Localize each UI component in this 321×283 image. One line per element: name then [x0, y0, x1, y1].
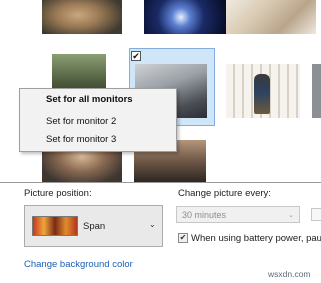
- thumbnail-night-city[interactable]: [144, 0, 226, 34]
- battery-pause-checkbox[interactable]: ✔: [178, 233, 188, 243]
- thumbnail-dog[interactable]: [42, 0, 122, 34]
- change-interval-value: 30 minutes: [182, 210, 227, 220]
- thumbnail-child-fence[interactable]: [226, 64, 300, 118]
- battery-pause-label: When using battery power, pau: [191, 233, 321, 244]
- thumbnail-checkbox[interactable]: ✔: [131, 51, 141, 61]
- menu-item-set-monitor-3[interactable]: Set for monitor 3: [46, 134, 116, 145]
- change-background-color-link[interactable]: Change background color: [24, 259, 133, 270]
- monitor-context-menu: Set for all monitors Set for monitor 2 S…: [19, 88, 177, 152]
- picture-position-select[interactable]: Span ⌄: [24, 205, 163, 247]
- chevron-down-icon: ⌄: [288, 212, 294, 219]
- change-interval-select[interactable]: 30 minutes ⌄: [176, 206, 300, 223]
- change-picture-label: Change picture every:: [178, 188, 271, 199]
- menu-item-set-all-monitors[interactable]: Set for all monitors: [46, 94, 133, 105]
- watermark: wsxdn.com: [268, 269, 311, 279]
- picture-position-value: Span: [83, 221, 106, 232]
- chevron-down-icon: ⌄: [149, 220, 156, 229]
- child-figure: [254, 74, 270, 114]
- shuffle-checkbox-partial[interactable]: [311, 208, 321, 221]
- span-preview-image: [32, 216, 78, 236]
- thumbnail-partial[interactable]: [312, 64, 321, 118]
- thumbnail-dog-white[interactable]: [226, 0, 316, 34]
- picture-position-label: Picture position:: [24, 188, 92, 199]
- menu-item-set-monitor-2[interactable]: Set for monitor 2: [46, 116, 116, 127]
- gallery-bottom-border: [0, 182, 321, 183]
